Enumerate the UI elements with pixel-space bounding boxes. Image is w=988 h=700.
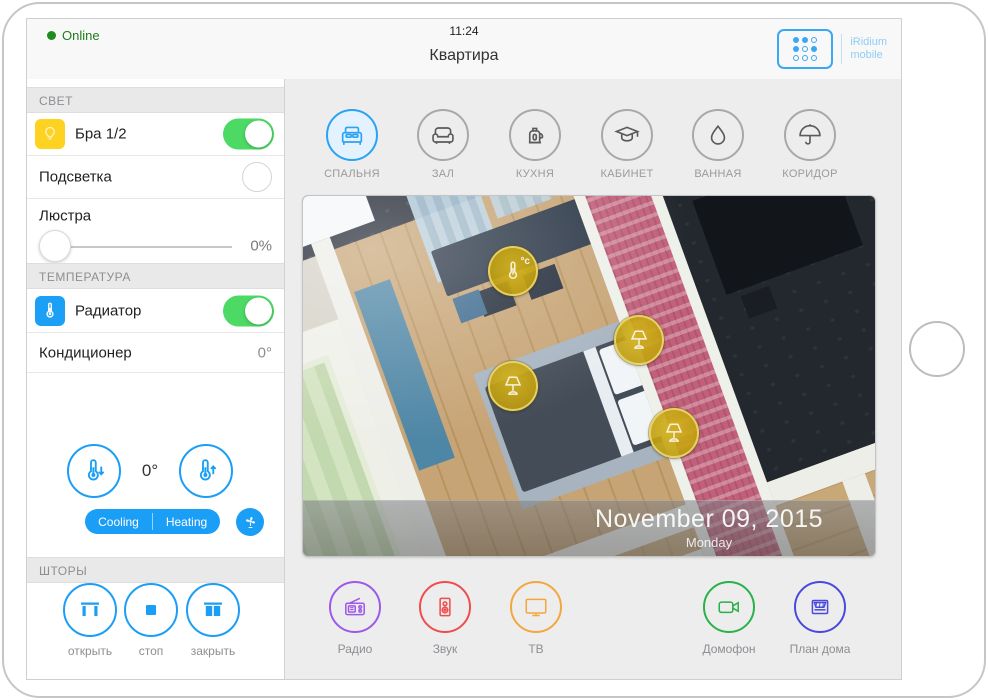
sound-button[interactable] [419,581,471,633]
tab-kitchen-label[interactable]: КУХНЯ [516,168,554,180]
house-plan-icon [807,594,833,620]
tv-button[interactable] [510,581,562,633]
sound-button-label[interactable]: Звук [433,642,458,656]
bed-icon[interactable] [326,109,378,161]
tab-bedroom[interactable]: СПАЛЬНЯ [317,109,387,180]
row-podsvetka-label: Подсветка [39,169,112,186]
curtain-close-button[interactable] [186,583,240,637]
radiator-toggle[interactable] [223,295,274,326]
app-screen: Online 11:24 Квартира iRidium mobile СВЕ… [26,18,902,680]
row-podsvetka: Подсветка [27,156,284,199]
curtain-open-button[interactable] [63,583,117,637]
row-conditioner: Кондиционер 0° [27,333,284,373]
curtain-close: закрыть [181,583,245,658]
curtain-close-label: закрыть [191,644,235,658]
temp-up-button[interactable] [179,444,233,498]
date-overlay: November 09, 2015 Monday [303,500,875,557]
tv-button-label[interactable]: ТВ [528,642,543,656]
kettle-icon[interactable] [509,109,561,161]
curtain-open-label: открыть [68,644,112,658]
lustra-slider[interactable]: 0% [27,229,284,263]
tv-button-group: ТВ [498,581,574,656]
curtain-stop: стоп [119,583,183,658]
temperature-setpoint: 0° [123,461,177,481]
radio-button-label[interactable]: Радио [338,642,373,656]
tab-corridor-label[interactable]: КОРИДОР [782,168,838,180]
tab-kitchen[interactable]: КУХНЯ [500,109,570,180]
houseplan-button-label[interactable]: План дома [790,642,851,656]
radio-button-group: Радио [317,581,393,656]
heating-segment[interactable]: Heating [153,509,220,534]
page-title: Квартира [27,47,901,65]
conditioner-value: 0° [258,344,272,361]
tv-icon [523,594,549,620]
tab-bathroom[interactable]: ВАННАЯ [683,109,753,180]
radiator-icon [35,296,65,326]
tab-office-label[interactable]: КАБИНЕТ [601,168,654,180]
iridium-logo-icon [777,29,833,69]
wall-lamp-icon [35,119,65,149]
ipad-mockup: Online 11:24 Квартира iRidium mobile СВЕ… [0,0,988,700]
temperature-sensor-badge[interactable]: °c [488,246,538,296]
tab-livingroom-label[interactable]: ЗАЛ [432,168,454,180]
tab-bedroom-label[interactable]: СПАЛЬНЯ [324,168,380,180]
clock: 11:24 [27,24,901,38]
lustra-slider-knob[interactable] [39,230,71,262]
umbrella-icon[interactable] [784,109,836,161]
water-drop-icon[interactable] [692,109,744,161]
row-radiator-label: Радиатор [75,302,141,319]
sound-button-group: Звук [407,581,483,656]
temp-down-button[interactable] [67,444,121,498]
section-header-light: СВЕТ [27,87,284,113]
lamp-badge-1[interactable] [614,315,664,365]
section-header-curtains: ШТОРЫ [27,557,284,583]
lamp-badge-2[interactable] [488,361,538,411]
top-bar: Online 11:24 Квартира iRidium mobile [27,19,901,80]
curtain-open: открыть [58,583,122,658]
bra-toggle[interactable] [223,119,274,150]
tab-corridor[interactable]: КОРИДОР [775,109,845,180]
home-button[interactable] [909,321,965,377]
row-bra-label: Бра 1/2 [75,126,127,143]
intercom-button-group: Домофон [691,581,767,656]
section-header-temperature: ТЕМПЕРАТУРА [27,263,284,289]
main-area: СПАЛЬНЯ ЗАЛ КУХНЯ КАБИНЕТ [285,79,901,679]
row-conditioner-label: Кондиционер [39,344,132,361]
lamp-badge-3[interactable] [649,408,699,458]
sidebar: СВЕТ Бра 1/2 Подсветка Люстра 0% [27,79,285,679]
date-text: November 09, 2015 [553,505,865,534]
iridium-logo: iRidium mobile [777,29,887,69]
radio-icon [342,594,368,620]
curtain-stop-button[interactable] [124,583,178,637]
tab-bathroom-label[interactable]: ВАННАЯ [694,168,741,180]
row-radiator: Радиатор [27,289,284,333]
row-lustra-label: Люстра [39,208,91,225]
houseplan-button[interactable] [794,581,846,633]
intercom-button-label[interactable]: Домофон [702,642,755,656]
lustra-slider-value: 0% [250,238,272,255]
houseplan-button-group: План дома [782,581,858,656]
radio-button[interactable] [329,581,381,633]
curtain-stop-label: стоп [139,644,164,658]
row-bra: Бра 1/2 [27,113,284,156]
temperature-sensor-unit: °c [520,256,530,267]
cooling-segment[interactable]: Cooling [85,509,152,534]
tab-office[interactable]: КАБИНЕТ [592,109,662,180]
video-camera-icon [716,594,742,620]
row-lustra: Люстра 0% [27,199,284,263]
graduation-cap-icon[interactable] [601,109,653,161]
iridium-logo-text: iRidium mobile [850,36,887,62]
sofa-icon[interactable] [417,109,469,161]
floorplan-image[interactable]: °c November 09, 2015 Monday [302,195,876,557]
intercom-button[interactable] [703,581,755,633]
weekday-text: Monday [553,535,865,550]
fan-button[interactable] [236,508,264,536]
mode-segmented-control[interactable]: Cooling Heating [85,509,220,534]
tab-livingroom[interactable]: ЗАЛ [408,109,478,180]
podsvetka-toggle[interactable] [242,162,272,192]
speaker-icon [432,594,458,620]
